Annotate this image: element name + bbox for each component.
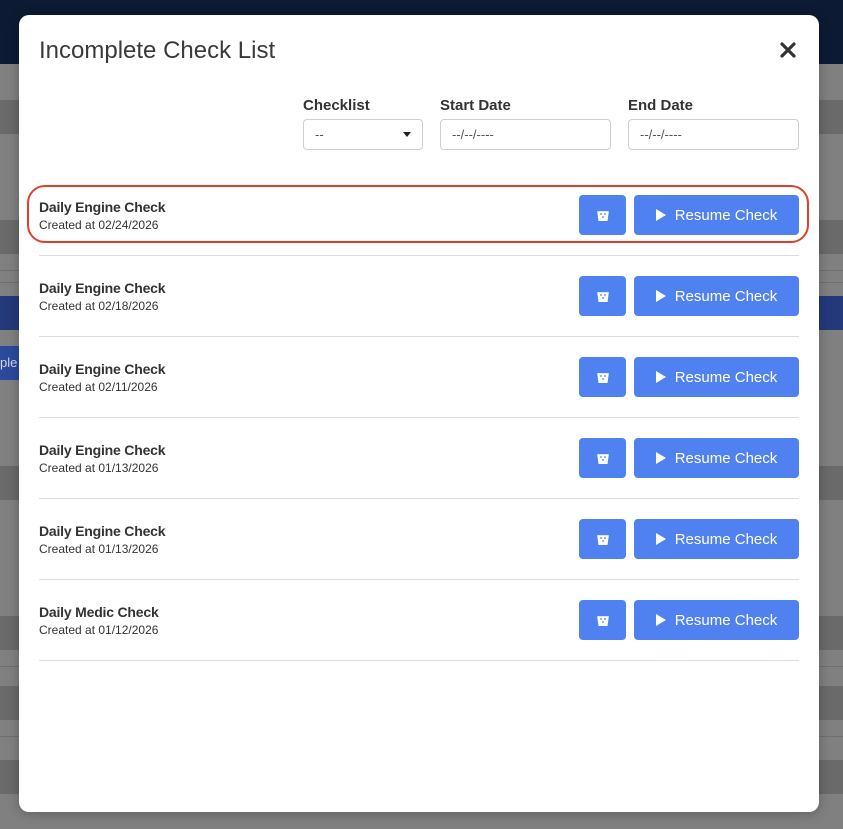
check-created-date: Created at 02/18/2026 bbox=[39, 299, 159, 313]
list-item: Daily Engine Check Created at 01/13/2026… bbox=[39, 499, 799, 580]
delete-button[interactable] bbox=[579, 276, 626, 316]
check-title: Daily Engine Check bbox=[39, 523, 166, 539]
resume-check-label: Resume Check bbox=[674, 449, 778, 467]
list-item: Daily Medic Check Created at 01/12/2026 … bbox=[39, 580, 799, 661]
resume-check-button[interactable]: Resume Check bbox=[634, 357, 799, 397]
check-created-date: Created at 01/12/2026 bbox=[39, 623, 159, 637]
delete-button[interactable] bbox=[579, 357, 626, 397]
trash-icon bbox=[596, 534, 609, 545]
start-date-placeholder: --/--/---- bbox=[452, 127, 494, 142]
check-list: Daily Engine Check Created at 02/24/2026… bbox=[39, 175, 799, 661]
list-item: Daily Engine Check Created at 02/24/2026… bbox=[39, 175, 799, 256]
play-icon bbox=[655, 209, 666, 221]
checklist-filter: Checklist -- bbox=[303, 97, 423, 150]
chevron-down-icon bbox=[403, 132, 411, 137]
close-button[interactable] bbox=[777, 39, 799, 61]
trash-icon bbox=[596, 372, 609, 383]
play-icon bbox=[655, 371, 666, 383]
delete-button[interactable] bbox=[579, 600, 626, 640]
play-icon bbox=[655, 290, 666, 302]
check-title: Daily Engine Check bbox=[39, 361, 166, 377]
play-icon bbox=[655, 614, 666, 626]
trash-icon bbox=[596, 291, 609, 302]
check-title: Daily Engine Check bbox=[39, 280, 166, 296]
checklist-label: Checklist bbox=[303, 97, 370, 114]
list-item: Daily Engine Check Created at 02/11/2026… bbox=[39, 337, 799, 418]
end-date-filter: End Date --/--/---- bbox=[628, 97, 799, 150]
start-date-input[interactable]: --/--/---- bbox=[440, 119, 611, 150]
check-title: Daily Engine Check bbox=[39, 199, 166, 215]
check-title: Daily Engine Check bbox=[39, 442, 166, 458]
play-icon bbox=[655, 533, 666, 545]
check-created-date: Created at 02/24/2026 bbox=[39, 218, 159, 232]
resume-check-label: Resume Check bbox=[674, 206, 778, 224]
delete-button[interactable] bbox=[579, 438, 626, 478]
resume-check-button[interactable]: Resume Check bbox=[634, 195, 799, 235]
end-date-label: End Date bbox=[628, 97, 694, 114]
check-created-date: Created at 01/13/2026 bbox=[39, 461, 159, 475]
resume-check-button[interactable]: Resume Check bbox=[634, 600, 799, 640]
trash-icon bbox=[596, 615, 609, 626]
end-date-placeholder: --/--/---- bbox=[640, 127, 682, 142]
modal-title: Incomplete Check List bbox=[39, 37, 276, 64]
resume-check-button[interactable]: Resume Check bbox=[634, 438, 799, 478]
trash-icon bbox=[596, 453, 609, 464]
start-date-label: Start Date bbox=[440, 97, 511, 114]
trash-icon bbox=[596, 210, 609, 221]
end-date-input[interactable]: --/--/---- bbox=[628, 119, 799, 150]
checklist-select-value: -- bbox=[315, 127, 324, 142]
play-icon bbox=[655, 452, 666, 464]
resume-check-label: Resume Check bbox=[674, 368, 778, 386]
resume-check-label: Resume Check bbox=[674, 530, 778, 548]
checklist-select[interactable]: -- bbox=[303, 119, 423, 150]
incomplete-check-list-modal: Incomplete Check List Checklist -- Start… bbox=[19, 15, 819, 812]
check-title: Daily Medic Check bbox=[39, 604, 159, 620]
resume-check-label: Resume Check bbox=[674, 287, 778, 305]
check-created-date: Created at 01/13/2026 bbox=[39, 542, 159, 556]
list-item: Daily Engine Check Created at 01/13/2026… bbox=[39, 418, 799, 499]
resume-check-button[interactable]: Resume Check bbox=[634, 519, 799, 559]
list-item: Daily Engine Check Created at 02/18/2026… bbox=[39, 256, 799, 337]
resume-check-label: Resume Check bbox=[674, 611, 778, 629]
resume-check-button[interactable]: Resume Check bbox=[634, 276, 799, 316]
check-created-date: Created at 02/11/2026 bbox=[39, 380, 158, 394]
delete-button[interactable] bbox=[579, 195, 626, 235]
close-icon[interactable] bbox=[779, 41, 797, 59]
start-date-filter: Start Date --/--/---- bbox=[440, 97, 611, 150]
delete-button[interactable] bbox=[579, 519, 626, 559]
